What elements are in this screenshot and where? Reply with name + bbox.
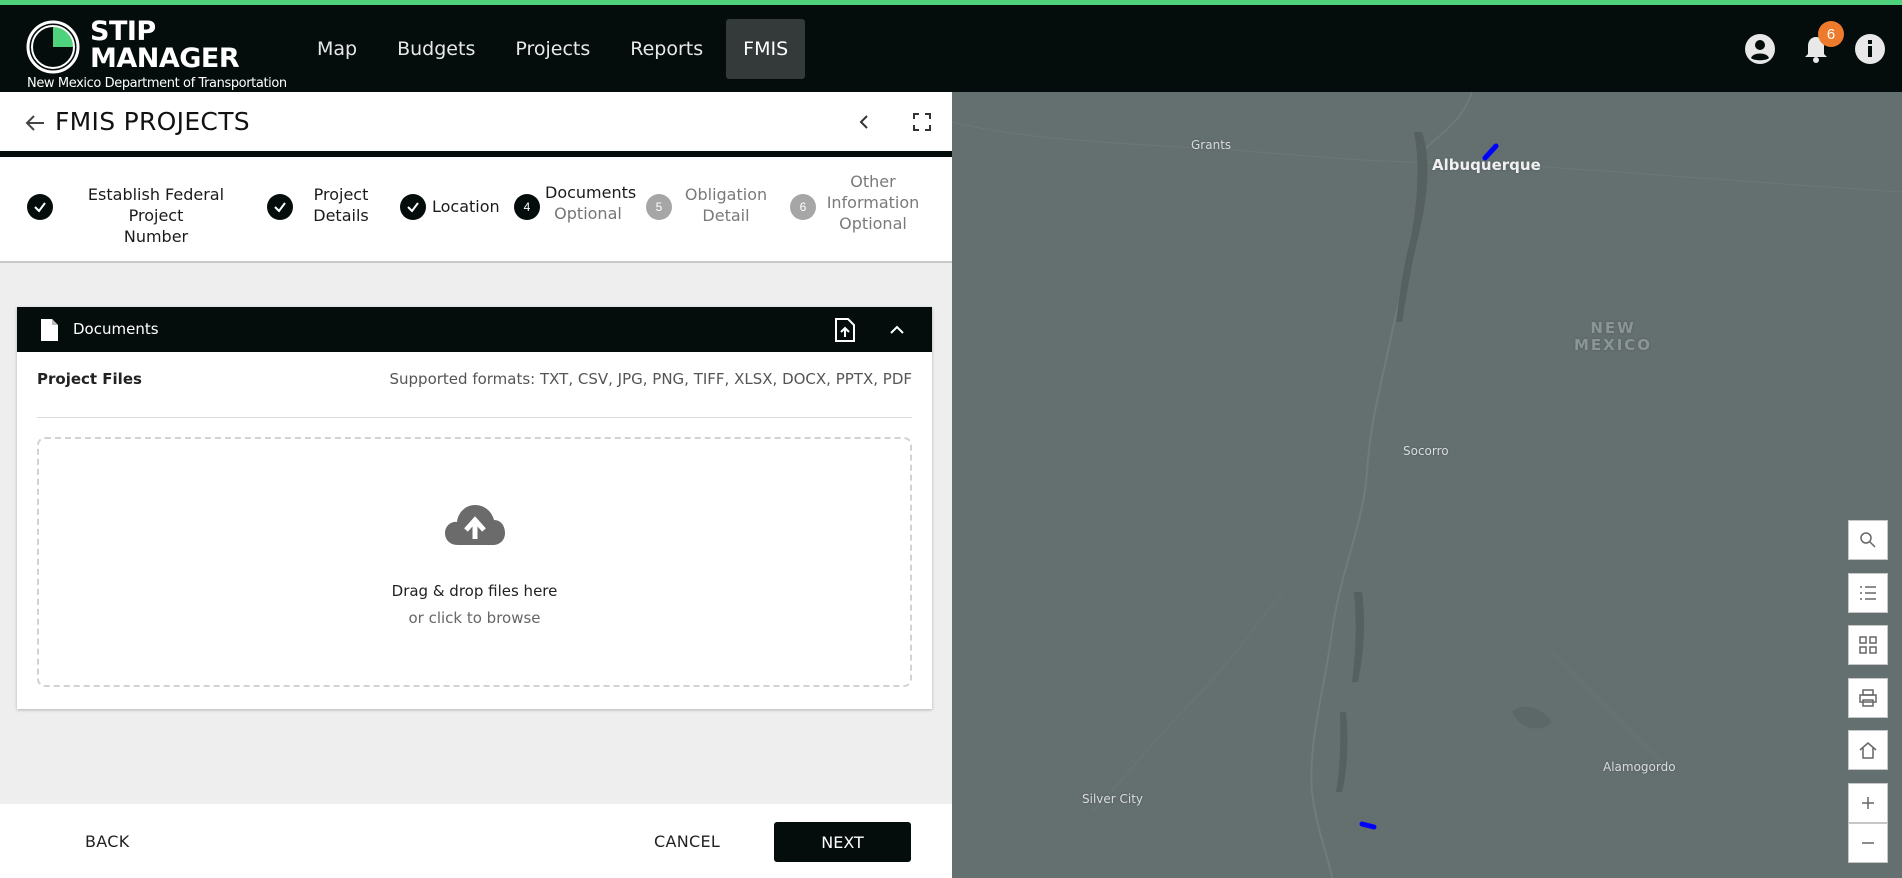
- search-icon: [1860, 532, 1876, 548]
- document-icon: [41, 319, 58, 341]
- map-qr-button[interactable]: [1848, 625, 1888, 665]
- step-2-check-icon: [267, 194, 293, 220]
- notification-badge: 6: [1818, 21, 1844, 47]
- chevron-left-icon[interactable]: [852, 110, 876, 134]
- step-5-label[interactable]: Obligation Detail: [683, 184, 769, 226]
- map-label-albuquerque: Albuquerque: [1432, 156, 1541, 174]
- step-3-check-icon: [400, 194, 426, 220]
- map-home-button[interactable]: [1848, 730, 1888, 770]
- qr-code-icon: [1859, 636, 1877, 654]
- fullscreen-icon[interactable]: [910, 110, 934, 134]
- zoom-out-icon: [1862, 842, 1874, 844]
- back-arrow-icon[interactable]: [24, 112, 46, 134]
- app-logo[interactable]: STIP MANAGER New Mexico Department of Tr…: [26, 14, 287, 91]
- browse-hint: or click to browse: [408, 609, 541, 627]
- app-title: STIP MANAGER: [90, 16, 240, 74]
- map-zoom-in-button[interactable]: [1848, 783, 1888, 823]
- file-dropzone[interactable]: Drag & drop files here or click to brows…: [37, 437, 912, 687]
- step-2-label[interactable]: Project Details: [306, 184, 376, 226]
- app-subtitle: New Mexico Department of Transportation: [27, 76, 287, 91]
- cloud-upload-icon: [445, 505, 505, 545]
- section-divider: [37, 417, 912, 418]
- chevron-up-icon[interactable]: [887, 320, 907, 340]
- map-print-button[interactable]: [1848, 678, 1888, 718]
- step-4-label[interactable]: Documents Optional: [545, 182, 636, 224]
- nav-reports[interactable]: Reports: [613, 19, 720, 79]
- drop-instructions: Drag & drop files here: [391, 582, 558, 600]
- map-label-silver-city: Silver City: [1082, 792, 1144, 806]
- step-1-check-icon: [27, 194, 53, 220]
- step-progress: Establish Federal Project Number Project D…: [0, 157, 952, 263]
- documents-card: Documents Project Files Supported format…: [17, 307, 932, 709]
- documents-card-header[interactable]: Documents: [17, 307, 932, 352]
- map-label-grants: Grants: [1191, 138, 1232, 152]
- step-4-marker: 4: [514, 194, 540, 220]
- nav-budgets[interactable]: Budgets: [380, 19, 492, 79]
- nav-projects[interactable]: Projects: [498, 19, 607, 79]
- panel-header: FMIS PROJECTS: [0, 92, 952, 151]
- fmis-panel: FMIS PROJECTS Establish Federal Project N…: [0, 92, 952, 878]
- map-view[interactable]: Grants Albuquerque NEW MEXICO Socorro Ala…: [952, 92, 1902, 878]
- nav-fmis[interactable]: FMIS: [726, 19, 806, 79]
- top-navbar: STIP MANAGER New Mexico Department of Tr…: [0, 5, 1902, 92]
- account-circle-icon[interactable]: [1744, 33, 1776, 65]
- stip-logo-icon: [26, 20, 80, 74]
- map-zoom-out-button[interactable]: [1848, 823, 1888, 863]
- page-title: FMIS PROJECTS: [55, 107, 250, 136]
- print-icon: [1859, 689, 1877, 707]
- step-5-marker: 5: [646, 194, 672, 220]
- step-1-label[interactable]: Establish Federal Project Number: [66, 184, 246, 247]
- supported-formats: Supported formats: TXT, CSV, JPG, PNG, T…: [389, 370, 913, 388]
- file-upload-icon[interactable]: [834, 318, 856, 342]
- documents-title: Documents: [73, 320, 159, 338]
- info-icon[interactable]: [1854, 33, 1886, 65]
- step-6-label[interactable]: Other Information Optional: [825, 171, 921, 234]
- step-3-label[interactable]: Location: [432, 196, 500, 217]
- project-files-label: Project Files: [37, 370, 142, 388]
- nav-map[interactable]: Map: [300, 19, 374, 79]
- next-button[interactable]: NEXT: [774, 822, 911, 862]
- zoom-in-icon: [1862, 797, 1874, 809]
- map-terrain: [952, 92, 1902, 878]
- cancel-button[interactable]: CANCEL: [654, 832, 720, 851]
- map-label-new-mexico: NEW MEXICO: [1573, 319, 1653, 354]
- map-label-socorro: Socorro: [1403, 444, 1449, 458]
- map-label-alamogordo: Alamogordo: [1603, 760, 1676, 774]
- map-search-button[interactable]: [1848, 520, 1888, 560]
- map-legend-button[interactable]: [1848, 573, 1888, 613]
- main-nav: Map Budgets Projects Reports FMIS: [300, 19, 811, 79]
- step-6-marker: 6: [790, 194, 816, 220]
- panel-footer: BACK CANCEL NEXT: [0, 804, 952, 878]
- list-icon: [1860, 586, 1876, 600]
- home-icon: [1859, 742, 1877, 759]
- back-button[interactable]: BACK: [85, 832, 130, 851]
